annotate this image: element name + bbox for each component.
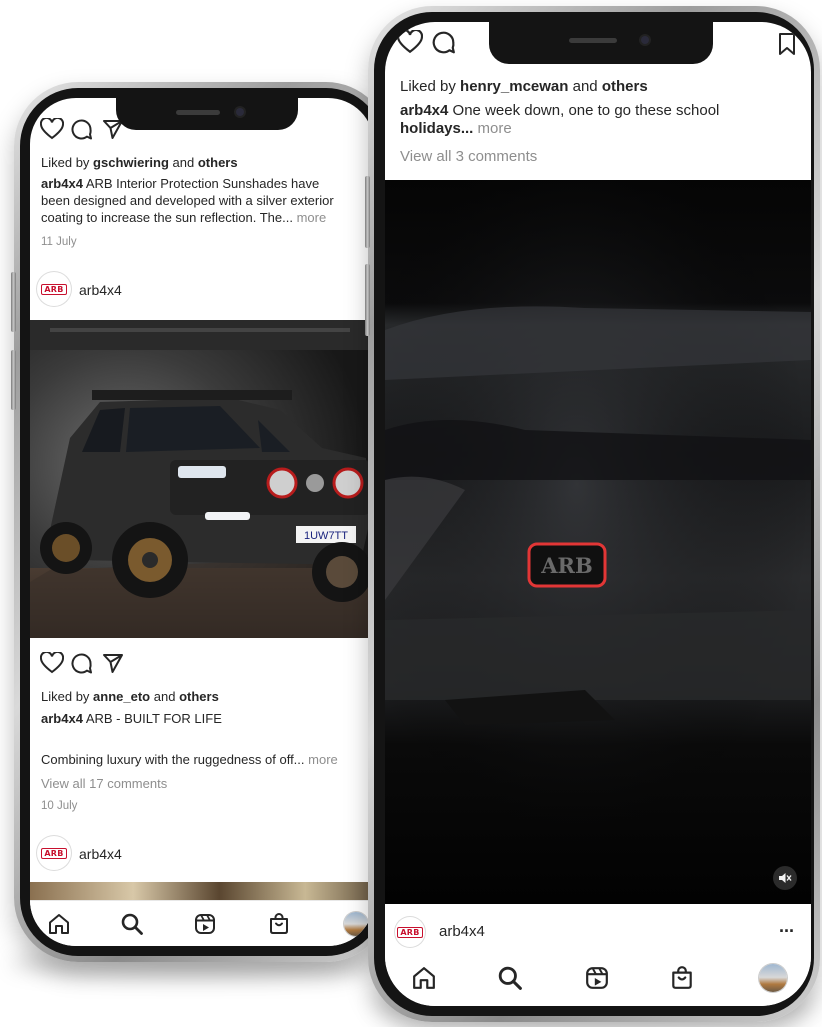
post-username[interactable]: arb4x4 — [79, 846, 122, 863]
avatar[interactable]: ARB — [37, 272, 71, 306]
search-icon[interactable] — [121, 913, 143, 935]
volume-down-button — [11, 350, 16, 410]
mute-glyph-icon — [779, 873, 792, 883]
liked-others-link[interactable]: others — [198, 155, 238, 170]
liked-others-link[interactable]: others — [179, 689, 219, 704]
license-plate: 1UW7TT — [304, 530, 348, 542]
tab-bar — [385, 956, 811, 1006]
comment-icon[interactable] — [70, 652, 93, 675]
shop-icon[interactable] — [670, 965, 694, 990]
top-post-likes: Liked by gschwiering and others — [41, 155, 238, 170]
speaker-muted-icon[interactable] — [773, 866, 797, 890]
home-icon[interactable] — [48, 913, 70, 935]
top-post-caption-1: arb4x4 ARB Interior Protection Sunshades… — [41, 176, 320, 191]
arb-video-logo: ARB — [540, 553, 593, 578]
top-post-caption-3: coating to increase the sun reflection. … — [41, 210, 327, 225]
post-username[interactable]: arb4x4 — [79, 282, 122, 299]
avatar[interactable]: ARB — [37, 836, 71, 870]
volume-up-button — [11, 272, 16, 332]
top-post-caption-1: arb4x4 One week down, one to go these sc… — [400, 102, 720, 119]
heart-icon[interactable] — [40, 118, 64, 140]
post2-caption-2: Combining luxury with the ruggedness of … — [41, 752, 338, 767]
more-options-icon[interactable]: ... — [779, 917, 794, 935]
post2-caption: arb4x4 ARB - BUILT FOR LIFE — [41, 711, 222, 726]
comment-icon[interactable] — [70, 118, 93, 141]
liked-user-link[interactable]: henry_mcewan — [460, 78, 568, 95]
post-username[interactable]: arb4x4 — [439, 923, 485, 940]
avatar[interactable]: ARB — [395, 917, 425, 947]
top-post-caption-2: been designed and developed with a silve… — [41, 193, 334, 208]
volume-up-button — [365, 176, 370, 248]
profile-avatar[interactable] — [759, 964, 787, 992]
video-player[interactable]: ARB — [385, 180, 811, 904]
right-phone-screen: Liked by henry_mcewan and others arb4x4 … — [385, 22, 811, 1006]
top-post-date: 11 July — [41, 236, 77, 248]
arb-logo: ARB — [41, 283, 67, 295]
heart-icon[interactable] — [40, 652, 64, 674]
left-phone: Liked by gschwiering and others arb4x4 A… — [11, 82, 390, 962]
share-icon[interactable] — [102, 652, 124, 674]
top-post-caption-2: holidays... more — [400, 120, 512, 137]
more-link[interactable]: more — [297, 210, 327, 225]
bookmark-icon[interactable] — [777, 32, 797, 56]
liked-user-link[interactable]: gschwiering — [93, 155, 169, 170]
view-comments-link[interactable]: View all 3 comments — [400, 148, 537, 166]
vehicle-photo[interactable]: 1UW7TT — [30, 320, 374, 638]
more-link[interactable]: more — [308, 752, 338, 767]
home-icon[interactable] — [412, 966, 436, 990]
post2-likes: Liked by anne_eto and others — [41, 689, 219, 704]
post2-date: 10 July — [41, 800, 78, 812]
reels-icon[interactable] — [585, 966, 609, 990]
profile-avatar[interactable] — [344, 912, 368, 936]
left-notch — [116, 98, 298, 130]
right-notch — [489, 22, 713, 64]
video-frame: ARB — [385, 180, 811, 904]
volume-down-button — [365, 264, 370, 336]
view-comments-link[interactable]: View all 17 comments — [41, 775, 167, 792]
liked-user-link[interactable]: anne_eto — [93, 689, 150, 704]
heart-icon[interactable] — [397, 30, 423, 54]
right-phone: Liked by henry_mcewan and others arb4x4 … — [365, 6, 820, 1022]
search-icon[interactable] — [498, 966, 522, 990]
liked-others-link[interactable]: others — [602, 78, 648, 95]
top-post-likes: Liked by henry_mcewan and others — [400, 78, 648, 95]
arb-logo: ARB — [41, 847, 67, 859]
arb-logo: ARB — [397, 926, 423, 938]
tab-bar — [30, 900, 374, 946]
left-phone-screen: Liked by gschwiering and others arb4x4 A… — [30, 98, 374, 946]
post3-image-preview[interactable] — [30, 882, 374, 900]
reels-icon[interactable] — [194, 913, 216, 935]
more-link[interactable]: more — [478, 120, 512, 137]
comment-icon[interactable] — [431, 30, 456, 55]
shop-icon[interactable] — [268, 912, 290, 935]
